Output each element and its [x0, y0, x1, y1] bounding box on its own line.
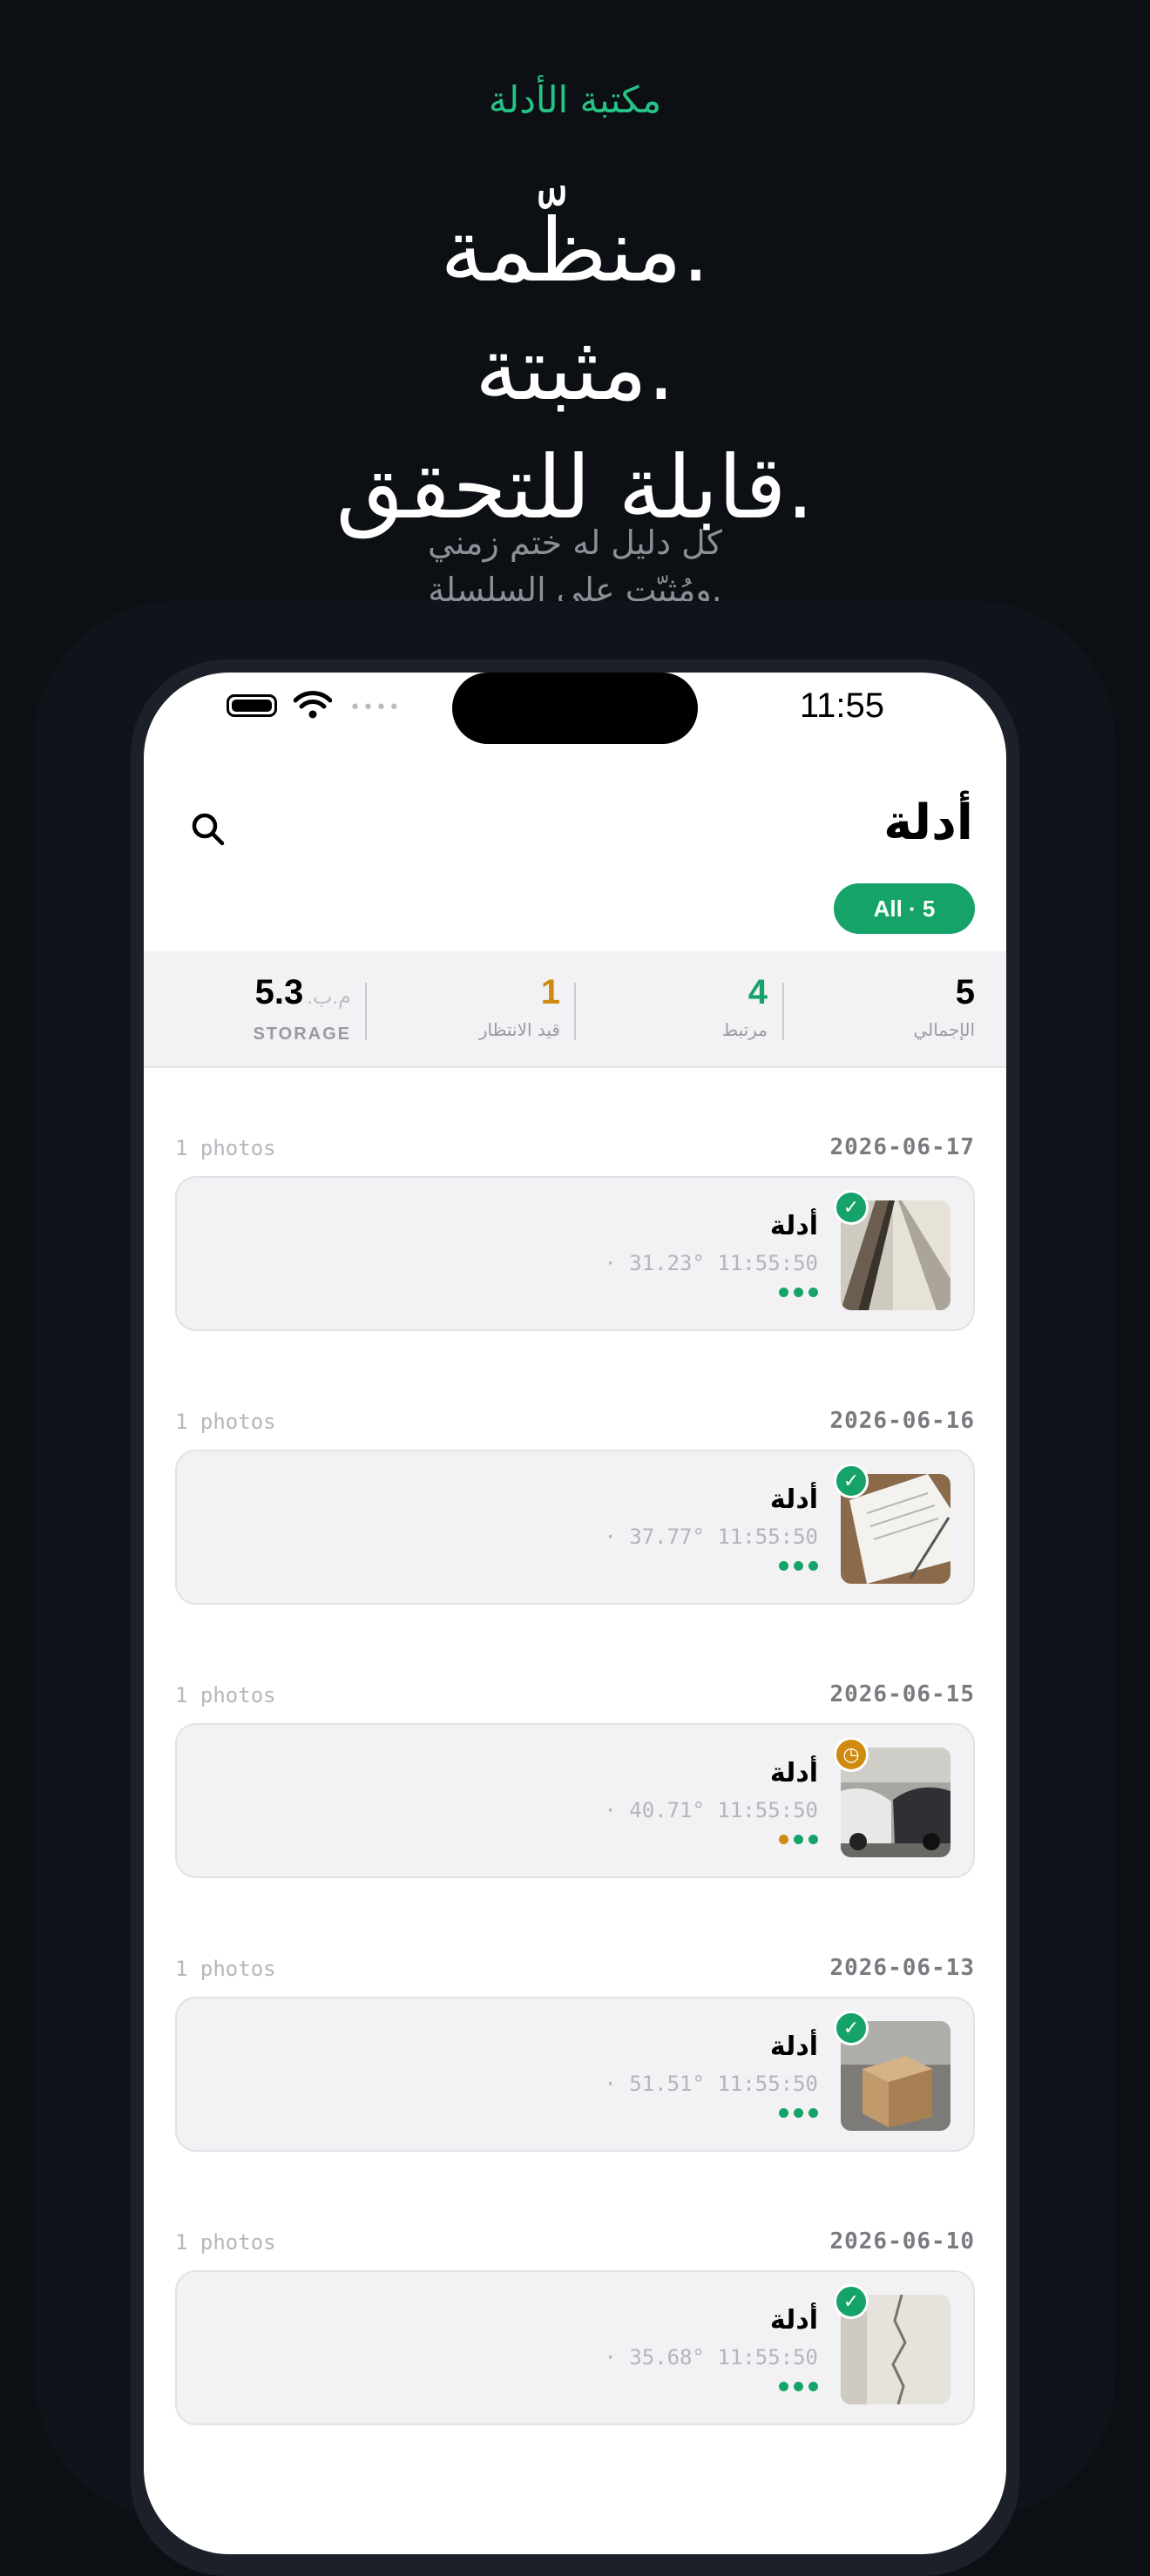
filter-all-chip[interactable]: All · 5: [834, 883, 975, 934]
stat-total: 5 الإجمالي: [783, 972, 975, 1040]
card-meta: · 31.23° 11:55:50: [604, 1251, 818, 1275]
group-header: 2026-06-16 1 photos: [175, 1408, 975, 1434]
stat-pending-value: 1: [540, 973, 560, 1011]
pending-clock-icon: ◷: [834, 1737, 869, 1772]
stat-storage-value: 5.3: [254, 973, 304, 1011]
card-meta: · 51.51° 11:55:50: [604, 2072, 818, 2096]
evidence-card[interactable]: ✓ أدلة · 35.68° 11:55:50: [175, 2270, 975, 2425]
chain-status-dots: [779, 1288, 818, 1297]
group-header: 2026-06-13 1 photos: [175, 1955, 975, 1981]
group-count: 1 photos: [175, 1410, 276, 1434]
stat-storage: م.ب.5.3 STORAGE: [159, 972, 351, 1045]
dynamic-island: [452, 673, 698, 744]
card-title: أدلة: [769, 2032, 818, 2062]
stat-divider: [574, 983, 576, 1040]
stat-total-value: 5: [955, 973, 975, 1011]
group-count: 1 photos: [175, 1683, 276, 1707]
card-title: أدلة: [769, 1758, 818, 1788]
chain-status-dots: [779, 2382, 818, 2391]
stat-linked: 4 مرتبط: [576, 972, 768, 1040]
headline-line-1: منظّمة.: [440, 199, 710, 301]
evidence-card[interactable]: ✓ أدلة · 31.23° 11:55:50: [175, 1176, 975, 1331]
group-count: 1 photos: [175, 1136, 276, 1160]
stat-linked-label: مرتبط: [721, 1019, 768, 1040]
stat-pending: 1 قيد الانتظار: [369, 972, 560, 1040]
group-date: 2026-06-10: [829, 2228, 975, 2255]
chain-status-dots: [779, 1561, 818, 1571]
group-date: 2026-06-16: [829, 1408, 975, 1434]
search-icon[interactable]: [189, 810, 227, 849]
page-title: أدلة: [883, 794, 973, 851]
stats-bar: 5 الإجمالي 4 مرتبط 1 قيد الانتظار م.ب.5.…: [144, 951, 1006, 1068]
app-screen: •••• 11:55 أدلة All · 5 5 الإجمالي 4 مرت…: [144, 673, 1006, 2554]
group-header: 2026-06-10 1 photos: [175, 2228, 975, 2255]
stat-pending-label: قيد الانتظار: [478, 1019, 560, 1040]
wifi-icon: [294, 691, 332, 719]
group-date: 2026-06-17: [829, 1134, 975, 1160]
group-header: 2026-06-17 1 photos: [175, 1134, 975, 1160]
stat-storage-unit: م.ب.: [307, 985, 351, 1009]
eyebrow-label: مكتبة الأدلة: [488, 78, 662, 121]
group-count: 1 photos: [175, 2230, 276, 2255]
marketing-subhead: كل دليل له ختم زمني ومُثبّت على السلسلة.: [0, 519, 1150, 613]
group-date: 2026-06-13: [829, 1955, 975, 1981]
marketing-headline: منظّمة. مثبتة. قابلة للتحقق.: [0, 192, 1150, 547]
stat-total-label: الإجمالي: [913, 1019, 975, 1040]
evidence-card[interactable]: ◷ أدلة · 40.71° 11:55:50: [175, 1723, 975, 1878]
verified-check-icon: ✓: [834, 2284, 869, 2319]
evidence-card[interactable]: ✓ أدلة · 51.51° 11:55:50: [175, 1997, 975, 2152]
evidence-card[interactable]: ✓ أدلة · 37.77° 11:55:50: [175, 1450, 975, 1605]
stat-storage-label: STORAGE: [253, 1024, 351, 1044]
card-title: أدلة: [769, 2305, 818, 2336]
chain-status-dots: [779, 1835, 818, 1844]
group-header: 2026-06-15 1 photos: [175, 1681, 975, 1707]
group-date: 2026-06-15: [829, 1681, 975, 1707]
status-time: 11:55: [799, 686, 884, 725]
card-title: أدلة: [769, 1211, 818, 1241]
verified-check-icon: ✓: [834, 2011, 869, 2045]
signal-icon: ••••: [349, 697, 402, 719]
card-meta: · 37.77° 11:55:50: [604, 1525, 818, 1549]
group-count: 1 photos: [175, 1957, 276, 1981]
card-title: أدلة: [769, 1484, 818, 1515]
chain-status-dots: [779, 2108, 818, 2118]
card-meta: · 35.68° 11:55:50: [604, 2345, 818, 2370]
stat-linked-value: 4: [748, 973, 768, 1011]
stat-divider: [782, 983, 784, 1040]
battery-icon: [227, 694, 277, 717]
card-meta: · 40.71° 11:55:50: [604, 1798, 818, 1822]
subhead-line-1: كل دليل له ختم زمني: [428, 524, 722, 562]
verified-check-icon: ✓: [834, 1190, 869, 1225]
verified-check-icon: ✓: [834, 1464, 869, 1498]
headline-line-2: مثبتة.: [475, 318, 675, 420]
stat-divider: [365, 983, 367, 1040]
